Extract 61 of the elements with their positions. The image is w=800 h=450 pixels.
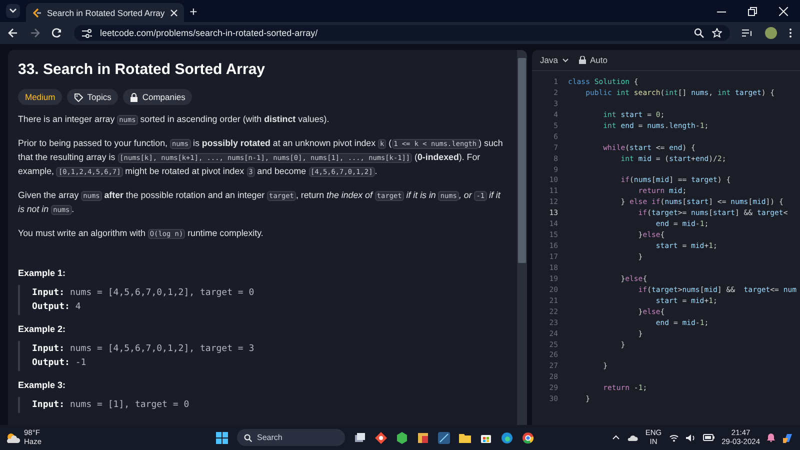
diamond-app-icon[interactable] [375,432,387,444]
taskbar-search-field[interactable]: Search [237,429,345,446]
forward-arrow-icon [30,28,40,38]
close-icon[interactable] [779,7,788,16]
example-label: Output: [32,302,70,312]
restore-icon[interactable] [748,7,757,16]
chrome-browser-icon[interactable] [522,432,534,444]
tab-list-button[interactable] [6,4,20,18]
companies-button[interactable]: Companies [123,89,192,105]
chevron-down-icon [9,8,17,14]
example-label: Input: [32,400,65,410]
profile-avatar[interactable] [765,27,777,39]
new-tab-button[interactable]: + [190,5,198,19]
example-heading: Example 3: [18,379,67,392]
app-icon[interactable] [417,432,429,444]
problem-title: 33. Search in Rotated Sorted Array [18,60,266,80]
topics-button[interactable]: Topics [67,89,118,105]
chevron-down-icon [562,58,569,62]
example-label: Output: [32,358,70,368]
chevron-up-icon[interactable] [612,435,620,440]
wifi-icon[interactable] [668,434,679,442]
example-value: nums = [4,5,6,7,0,1,2], target = 0 [70,288,254,298]
site-settings-icon[interactable] [82,28,92,38]
difficulty-badge: Medium [18,89,62,105]
close-icon[interactable] [170,8,178,16]
speaker-icon[interactable] [686,434,696,442]
favicon-icon [32,8,42,18]
example-heading: Example 1: [18,267,67,280]
folder-icon[interactable] [459,432,471,444]
windows-start-icon[interactable] [216,432,228,444]
app-icon[interactable] [438,432,450,444]
lock-icon [578,56,586,64]
address-bar[interactable]: leetcode.com/problems/search-in-rotated-sorted-array/ [74,25,730,41]
zoom-icon[interactable] [694,28,704,38]
search-icon [244,434,252,442]
browser-tab[interactable]: Search in Rotated Sorted Array [26,3,184,22]
media-playlist-icon[interactable] [742,28,753,38]
task-view-icon[interactable] [354,432,366,444]
example-value: nums = [1], target = 0 [70,400,190,410]
copilot-icon[interactable] [782,432,794,444]
cube-app-icon[interactable] [396,432,408,444]
cloud-icon[interactable] [627,434,638,442]
example-value: -1 [75,358,86,368]
reload-icon[interactable] [52,28,62,38]
example-heading: Example 2: [18,323,67,336]
example-value: 4 [75,302,81,312]
battery-icon[interactable] [702,434,715,441]
bell-icon[interactable] [767,433,775,442]
more-menu-icon[interactable] [789,28,792,38]
star-icon[interactable] [712,28,722,38]
back-arrow-icon[interactable] [8,28,18,38]
tag-icon [74,92,84,102]
scrollbar-thumb[interactable] [518,58,526,263]
weather-icon[interactable] [6,432,20,444]
edge-browser-icon[interactable] [501,432,513,444]
language-selector[interactable]: Java [540,55,569,65]
example-value: nums = [4,5,6,7,0,1,2], target = 3 [70,344,254,354]
example-label: Input: [32,288,65,298]
lock-icon [130,92,138,102]
mode-label: Auto [590,55,608,65]
example-label: Input: [32,344,65,354]
